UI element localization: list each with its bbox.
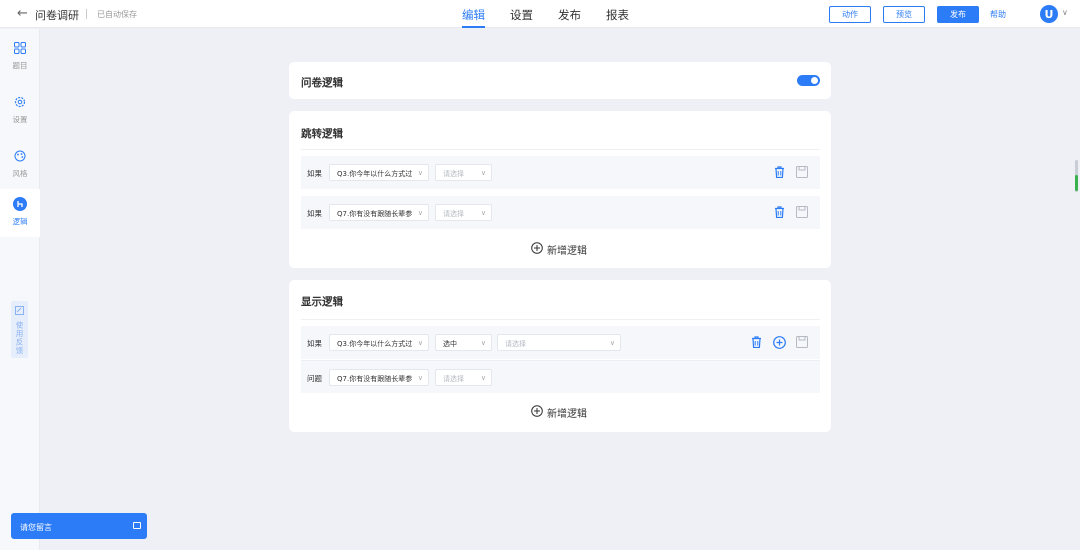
- jump-logic-row: 如果 Q3.你今年以什么方式过 ∨ 请选择 ∨: [301, 156, 820, 189]
- page-title: 问卷调研: [35, 9, 79, 22]
- preview-button[interactable]: 预览: [883, 6, 925, 23]
- option-select-placeholder: 请选择: [505, 340, 526, 348]
- help-link[interactable]: 帮助: [990, 9, 1006, 20]
- chevron-down-icon: ∨: [480, 209, 486, 217]
- save-icon[interactable]: [795, 335, 809, 349]
- chevron-down-icon: ∨: [480, 374, 486, 382]
- logic-icon: [12, 196, 28, 212]
- trash-icon[interactable]: [749, 335, 763, 349]
- sidebar-item-questions[interactable]: 题目: [0, 33, 40, 81]
- message-box-button[interactable]: 请您留言: [11, 513, 147, 539]
- scrollbar-thumb[interactable]: [1075, 175, 1078, 191]
- edit-icon: [15, 304, 24, 318]
- row-label: 如果: [307, 339, 322, 348]
- target-select[interactable]: 请选择 ∨: [435, 204, 492, 221]
- top-header: ← 问卷调研 已自动保存 编辑 设置 发布 报表 动作 预览 发布 帮助 U ∨: [0, 0, 1080, 28]
- question-select-value: Q7.你有没有跟随长辈参: [337, 210, 413, 218]
- display-target-row: 问题 Q7.你有没有跟随长辈参 ∨ 请选择 ∨: [301, 360, 820, 393]
- feedback-button[interactable]: 使用反馈: [11, 301, 28, 358]
- operator-select[interactable]: 选中 ∨: [435, 334, 492, 351]
- sidebar-item-label: 题目: [12, 61, 28, 70]
- sidebar-item-logic[interactable]: 逻辑: [0, 189, 40, 237]
- target-select[interactable]: 请选择 ∨: [435, 369, 492, 386]
- avatar[interactable]: U: [1040, 5, 1058, 23]
- chevron-down-icon[interactable]: ∨: [1062, 8, 1068, 17]
- chevron-down-icon: ∨: [417, 374, 423, 382]
- trash-icon[interactable]: [772, 205, 786, 219]
- tab-report[interactable]: 报表: [606, 0, 629, 28]
- jump-logic-title: 跳转逻辑: [301, 128, 343, 140]
- chevron-down-icon: ∨: [417, 339, 423, 347]
- gear-icon: [12, 94, 28, 110]
- target-select-placeholder: 请选择: [443, 375, 464, 383]
- plus-circle-icon: [531, 241, 543, 257]
- main-tabs: 编辑 设置 发布 报表: [462, 0, 654, 28]
- target-select-placeholder: 请选择: [443, 210, 464, 218]
- tab-settings[interactable]: 设置: [510, 0, 533, 28]
- option-select[interactable]: 请选择 ∨: [497, 334, 621, 351]
- chevron-down-icon: ∨: [480, 339, 486, 347]
- question-select-value: Q3.你今年以什么方式过: [337, 170, 413, 178]
- divider: [301, 319, 820, 320]
- palette-icon: [12, 148, 28, 164]
- sidebar-item-settings[interactable]: 设置: [0, 87, 40, 135]
- autosave-status: 已自动保存: [97, 10, 137, 19]
- target-select[interactable]: 请选择 ∨: [435, 164, 492, 181]
- display-condition-row: 如果 Q3.你今年以什么方式过 ∨ 选中 ∨ 请选择 ∨: [301, 326, 820, 359]
- chevron-down-icon: ∨: [417, 209, 423, 217]
- window-icon: [133, 522, 141, 529]
- add-logic-label: 新增逻辑: [547, 408, 587, 420]
- row-label: 如果: [307, 209, 322, 218]
- chevron-down-icon: ∨: [480, 169, 486, 177]
- operator-select-value: 选中: [443, 340, 457, 348]
- add-jump-logic-button[interactable]: 新增逻辑: [531, 241, 587, 257]
- question-select[interactable]: Q3.你今年以什么方式过 ∨: [329, 334, 429, 351]
- add-logic-label: 新增逻辑: [547, 245, 587, 257]
- sidebar-item-label: 风格: [12, 169, 28, 178]
- header-divider: [86, 9, 87, 19]
- left-sidebar: 题目 设置 风格 逻辑 使用反馈: [0, 29, 40, 550]
- save-icon[interactable]: [795, 205, 809, 219]
- sidebar-item-label: 设置: [12, 115, 28, 124]
- back-arrow-icon[interactable]: ←: [17, 6, 28, 21]
- tab-edit[interactable]: 编辑: [462, 0, 485, 28]
- plus-circle-icon: [531, 404, 543, 420]
- question-select-value: Q3.你今年以什么方式过: [337, 340, 413, 348]
- sidebar-item-label: 逻辑: [12, 217, 28, 226]
- question-select[interactable]: Q7.你有没有跟随长辈参 ∨: [329, 204, 429, 221]
- question-select[interactable]: Q3.你今年以什么方式过 ∨: [329, 164, 429, 181]
- sidebar-item-style[interactable]: 风格: [0, 141, 40, 189]
- target-select-placeholder: 请选择: [443, 170, 464, 178]
- jump-logic-row: 如果 Q7.你有没有跟随长辈参 ∨ 请选择 ∨: [301, 196, 820, 229]
- logic-toggle[interactable]: [797, 75, 820, 86]
- grid-icon: [12, 40, 28, 56]
- action-button[interactable]: 动作: [829, 6, 871, 23]
- question-select-value: Q7.你有没有跟随长辈参: [337, 375, 413, 383]
- divider: [301, 149, 820, 150]
- add-display-logic-button[interactable]: 新增逻辑: [531, 404, 587, 420]
- row-label: 问题: [307, 374, 322, 383]
- plus-circle-icon[interactable]: [772, 335, 786, 349]
- questionnaire-logic-title: 问卷逻辑: [301, 77, 343, 89]
- publish-button[interactable]: 发布: [937, 6, 979, 23]
- feedback-label: 使用反馈: [15, 321, 24, 355]
- questionnaire-logic-card: 问卷逻辑: [289, 62, 831, 99]
- row-label: 如果: [307, 169, 322, 178]
- chevron-down-icon: ∨: [417, 169, 423, 177]
- display-logic-title: 显示逻辑: [301, 296, 343, 308]
- question-select[interactable]: Q7.你有没有跟随长辈参 ∨: [329, 369, 429, 386]
- save-icon[interactable]: [795, 165, 809, 179]
- message-box-label: 请您留言: [20, 523, 52, 532]
- tab-publish[interactable]: 发布: [558, 0, 581, 28]
- chevron-down-icon: ∨: [609, 339, 615, 347]
- trash-icon[interactable]: [772, 165, 786, 179]
